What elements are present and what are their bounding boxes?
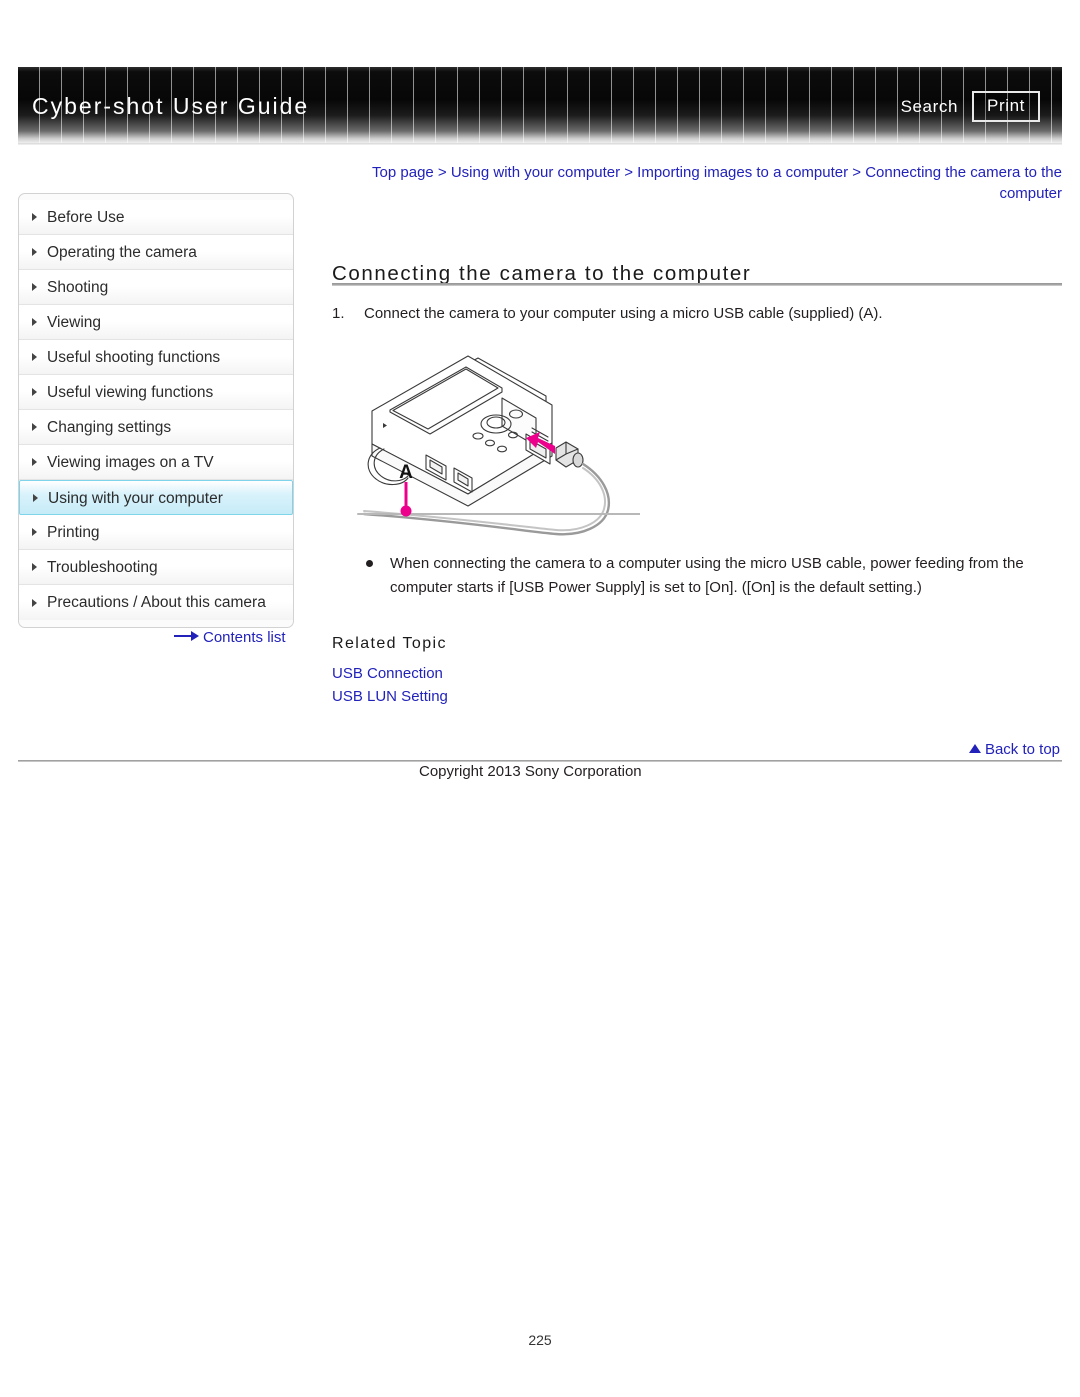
sidebar-item-useful-shooting-functions[interactable]: Useful shooting functions — [19, 340, 293, 375]
back-to-top-label: Back to top — [984, 741, 1060, 758]
sidebar-item-label: Viewing images on a TV — [47, 454, 214, 471]
sidebar-item-useful-viewing-functions[interactable]: Useful viewing functions — [19, 375, 293, 410]
sidebar-item-label: Viewing — [47, 314, 102, 331]
sidebar-item-label: Shooting — [47, 279, 109, 296]
site-header: Cyber-shot User Guide Search Print — [18, 67, 1062, 145]
step-number: 1. — [332, 305, 345, 322]
print-button[interactable]: Print — [972, 91, 1040, 122]
page-number: 225 — [528, 1332, 552, 1348]
related-link-usb-connection[interactable]: USB Connection — [332, 662, 448, 685]
related-link-usb-lun-setting[interactable]: USB LUN Setting — [332, 685, 448, 708]
triangle-up-icon — [968, 744, 981, 753]
sidebar-item-operating-the-camera[interactable]: Operating the camera — [19, 235, 293, 270]
sidebar-item-before-use[interactable]: Before Use — [19, 200, 293, 235]
contents-list-link[interactable]: Contents list — [174, 629, 286, 646]
copyright-text: Copyright 2013 Sony Corporation — [419, 763, 642, 780]
callout-pointer-dot — [400, 505, 412, 517]
sidebar-item-viewing[interactable]: Viewing — [19, 305, 293, 340]
sidebar-item-shooting[interactable]: Shooting — [19, 270, 293, 305]
site-title: Cyber-shot User Guide — [32, 93, 310, 119]
camera-usb-connection-figure: A — [350, 348, 641, 548]
footer-divider — [18, 760, 1062, 762]
contents-list-label: Contents list — [203, 629, 286, 646]
search-button[interactable]: Search — [901, 97, 958, 117]
bullet-icon — [366, 560, 373, 567]
sidebar-item-changing-settings[interactable]: Changing settings — [19, 410, 293, 445]
sidebar-item-troubleshooting[interactable]: Troubleshooting — [19, 550, 293, 585]
sidebar-item-label: Precautions / About this camera — [47, 594, 266, 611]
sidebar-item-label: Before Use — [47, 209, 125, 226]
header-underline — [18, 143, 1062, 145]
sidebar-item-viewing-images-on-a-tv[interactable]: Viewing images on a TV — [19, 445, 293, 480]
sidebar-item-label: Operating the camera — [47, 244, 197, 261]
sidebar-item-label: Changing settings — [47, 419, 172, 436]
step-text: Connect the camera to your computer usin… — [364, 305, 883, 322]
sidebar-item-label: Using with your computer — [48, 490, 223, 507]
title-divider — [332, 283, 1062, 286]
sidebar-item-printing[interactable]: Printing — [19, 515, 293, 550]
header-actions: Search Print — [901, 91, 1040, 122]
back-to-top-link[interactable]: Back to top — [968, 741, 1060, 758]
sidebar-item-label: Printing — [47, 524, 100, 541]
sidebar-item-precautions-about-this-camera[interactable]: Precautions / About this camera — [19, 585, 293, 620]
related-topic-links: USB Connection USB LUN Setting — [332, 662, 448, 708]
arrow-right-icon — [174, 631, 200, 641]
figure-callout-a: A — [399, 462, 413, 483]
related-topic-heading: Related Topic — [332, 635, 447, 652]
sidebar-item-label: Useful shooting functions — [47, 349, 221, 366]
note-text: When connecting the camera to a computer… — [390, 555, 1024, 596]
sidebar-item-label: Troubleshooting — [47, 559, 158, 576]
sidebar-item-label: Useful viewing functions — [47, 384, 214, 401]
camera-illustration-svg: A — [357, 355, 641, 536]
breadcrumb[interactable]: Top page > Using with your computer > Im… — [332, 162, 1062, 204]
sidebar-nav: Before Use Operating the camera Shooting Vi… — [18, 193, 294, 628]
sidebar-item-using-with-your-computer[interactable]: Using with your computer — [19, 480, 293, 515]
note-usb-power-supply: When connecting the camera to a computer… — [366, 552, 1066, 600]
step-1: 1. Connect the camera to your computer us… — [332, 305, 1062, 322]
